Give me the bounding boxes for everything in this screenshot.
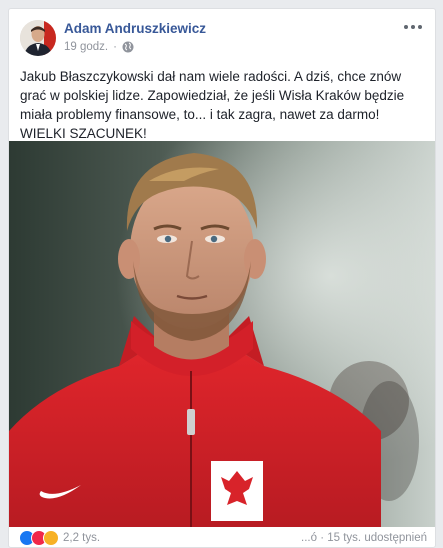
reaction-count[interactable]: 2,2 tys. xyxy=(63,532,100,544)
globe-icon[interactable] xyxy=(122,41,134,53)
post-time[interactable]: 19 godz. xyxy=(64,41,108,53)
post-header: Adam Andruszkiewicz 19 godz. · xyxy=(9,9,435,67)
facebook-post: Adam Andruszkiewicz 19 godz. · Jakub Bła… xyxy=(8,8,436,548)
post-footer: 2,2 tys. ...ó · 15 tys. udostępnień xyxy=(9,527,435,547)
post-meta: 19 godz. · xyxy=(64,41,134,53)
wow-icon xyxy=(43,530,59,546)
post-stats[interactable]: ...ó · 15 tys. udostępnień xyxy=(301,532,435,544)
more-options-icon[interactable] xyxy=(401,17,425,37)
player-photo xyxy=(9,141,435,527)
post-photo[interactable] xyxy=(9,141,435,527)
author-name[interactable]: Adam Andruszkiewicz xyxy=(64,21,206,36)
avatar-image xyxy=(20,20,56,56)
author-avatar[interactable] xyxy=(20,20,56,56)
meta-separator: · xyxy=(113,41,117,53)
reaction-icons[interactable] xyxy=(19,530,59,546)
post-text: Jakub Błaszczykowski dał nam wiele radoś… xyxy=(20,69,405,141)
